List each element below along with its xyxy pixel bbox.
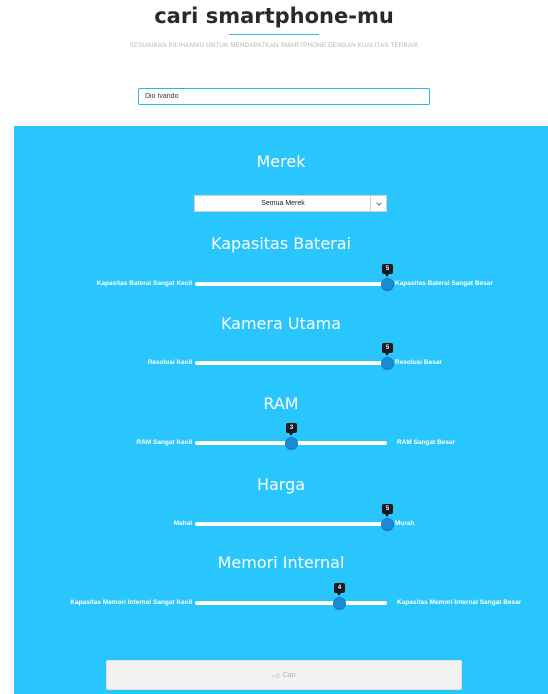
brand-select[interactable]: Semua Merek	[194, 195, 387, 212]
battery-slider-thumb[interactable]	[382, 279, 393, 290]
battery-slider-track[interactable]	[195, 282, 387, 286]
name-input[interactable]	[138, 88, 430, 105]
price-value-tooltip: 5	[382, 504, 393, 517]
price-slider-thumb[interactable]	[382, 519, 393, 530]
price-title: Harga	[256, 475, 306, 494]
storage-value-tooltip: 4	[334, 583, 345, 596]
price-slider-track[interactable]	[195, 522, 387, 526]
battery-slider-row: Kapasitas Baterai Sangat Kecil 5 Kapasit…	[14, 264, 548, 294]
storage-min-label: Kapasitas Memori Internal Sangat Kecil	[70, 599, 192, 606]
storage-title: Memori Internal	[217, 553, 345, 572]
brand-select-value: Semua Merek	[261, 200, 305, 207]
page-title: cari smartphone-mu	[154, 4, 394, 28]
price-min-label: Mahal	[173, 520, 192, 527]
price-max-label: Murah	[395, 520, 415, 527]
storage-slider-track[interactable]	[195, 601, 387, 605]
storage-slider-row: Kapasitas Memori Internal Sangat Kecil 4…	[14, 583, 548, 613]
camera-slider-row: Resolusi Kecil 5 Resolusi Besar	[14, 343, 548, 373]
camera-title: Kamera Utama	[220, 314, 342, 333]
filter-panel: Merek Semua Merek Kapasitas Baterai Kapa…	[14, 126, 548, 694]
camera-slider-track[interactable]	[195, 361, 387, 365]
ram-slider-thumb[interactable]	[286, 438, 297, 449]
camera-max-label: Resolusi Besar	[395, 359, 442, 366]
price-slider-row: Mahal 5 Murah	[14, 504, 548, 534]
ram-slider-row: RAM Sangat Kecil 3 RAM Sangat Besar	[14, 423, 548, 453]
ram-title: RAM	[263, 394, 299, 413]
title-underline	[229, 34, 319, 35]
chevron-down-icon[interactable]	[370, 196, 386, 211]
camera-slider-thumb[interactable]	[382, 358, 393, 369]
storage-max-label: Kapasitas Memori Internal Sangat Besar	[397, 599, 522, 606]
thumbs-up-icon: 👍︎	[272, 672, 280, 680]
ram-value-tooltip: 3	[286, 423, 297, 436]
page-header: cari smartphone-mu SESUAIKAN PILIHANMU U…	[0, 0, 548, 126]
page-subtitle: SESUAIKAN PILIHANMU UNTUK MENDAPATKAN SM…	[129, 42, 419, 49]
battery-min-label: Kapasitas Baterai Sangat Kecil	[96, 280, 192, 287]
battery-value-tooltip: 5	[382, 264, 393, 277]
ram-max-label: RAM Sangat Besar	[397, 439, 456, 446]
battery-title: Kapasitas Baterai	[211, 234, 351, 253]
search-button-label: Cari	[282, 671, 296, 679]
camera-min-label: Resolusi Kecil	[147, 359, 192, 366]
battery-max-label: Kapasitas Baterai Sangat Besar	[395, 280, 493, 287]
brand-title: Merek	[256, 152, 306, 171]
storage-slider-thumb[interactable]	[334, 598, 345, 609]
ram-min-label: RAM Sangat Kecil	[136, 439, 192, 446]
search-button[interactable]: 👍︎ Cari	[106, 660, 462, 690]
camera-value-tooltip: 5	[382, 343, 393, 356]
